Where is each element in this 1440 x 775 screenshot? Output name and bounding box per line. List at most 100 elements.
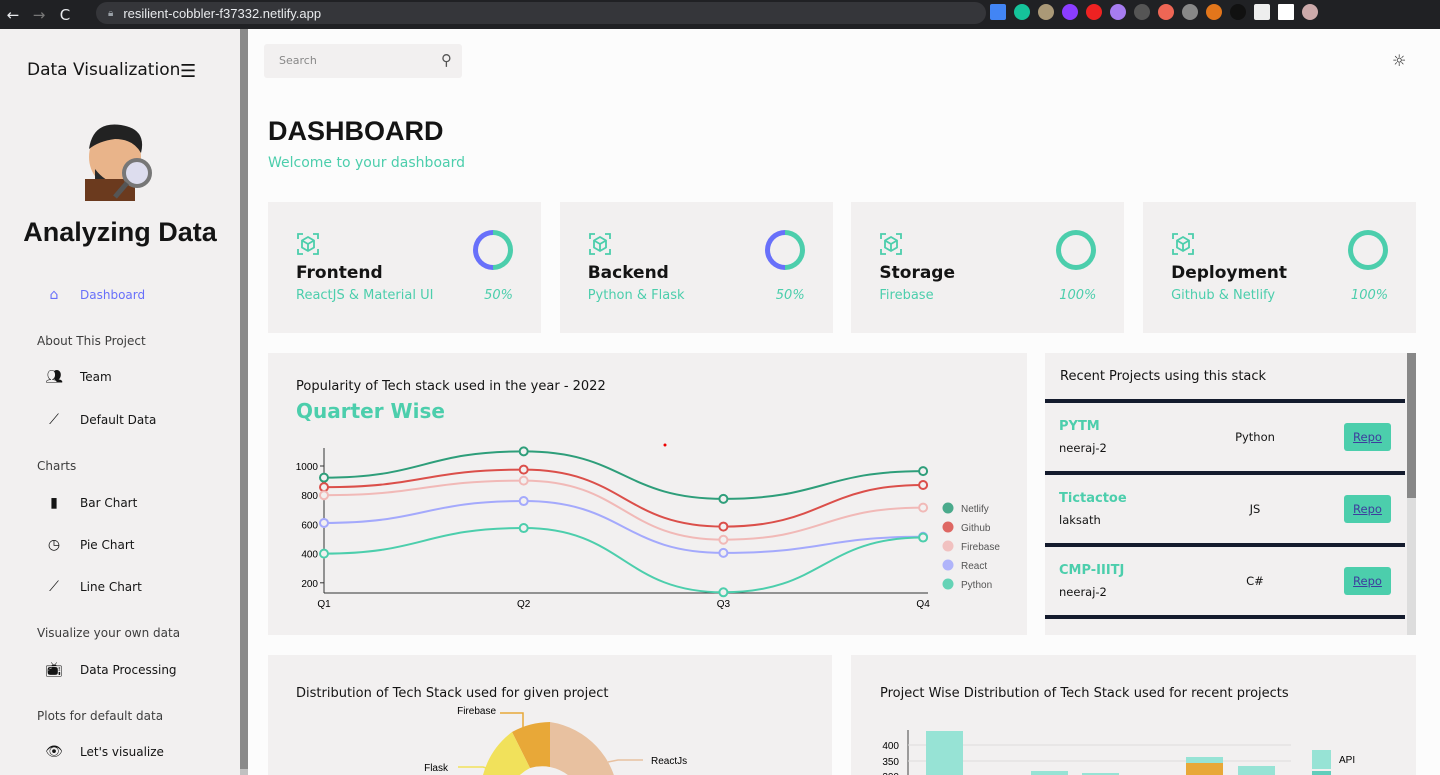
extension-icon[interactable] xyxy=(1134,4,1150,20)
pie-chart-icon: ◷ xyxy=(47,537,61,553)
stat-title: Storage xyxy=(879,263,955,283)
cube-scan-icon xyxy=(1172,233,1194,255)
menu-icon[interactable]: ☰ xyxy=(180,61,196,82)
extension-icon[interactable] xyxy=(1086,4,1102,20)
project-row: CMP-IIITJ neeraj-2 C# Repo xyxy=(1045,543,1405,611)
repo-button[interactable]: Repo xyxy=(1344,423,1391,451)
back-button[interactable]: ← xyxy=(0,6,26,24)
stat-title: Backend xyxy=(587,263,669,283)
grammarly-icon[interactable] xyxy=(1014,4,1030,20)
bar-chart-card: Project Wise Distribution of Tech Stack … xyxy=(851,655,1416,775)
stat-title: Frontend xyxy=(296,263,383,283)
search-input[interactable]: Search ⚲ xyxy=(264,44,462,78)
progress-circle xyxy=(764,230,805,270)
legend-swatch xyxy=(942,521,954,533)
extension-icon[interactable] xyxy=(1110,4,1126,20)
data-point xyxy=(918,466,929,477)
extension-icon[interactable] xyxy=(1062,4,1078,20)
metamask-icon[interactable] xyxy=(1206,4,1222,20)
extension-icon[interactable] xyxy=(1182,4,1198,20)
sidebar-item-line-chart[interactable]: ⟋ Line Chart xyxy=(44,579,142,595)
light-mode-icon[interactable]: ☼ xyxy=(1392,51,1406,70)
tv-icon: 📺︎ xyxy=(45,662,63,678)
sidebar: Data Visualization ☰ Analyzing Data ⌂ Das… xyxy=(0,29,240,775)
extension-icon[interactable] xyxy=(1230,4,1246,20)
label: Default Data xyxy=(80,413,157,427)
label: Pie Chart xyxy=(80,538,135,552)
data-point xyxy=(319,490,329,501)
y-tick-label: 1000 xyxy=(296,462,319,473)
legend-swatch xyxy=(942,559,954,571)
sidebar-item-data-processing[interactable]: 📺︎ Data Processing xyxy=(44,662,177,678)
puzzle-icon[interactable] xyxy=(1254,4,1270,20)
y-tick-label: 800 xyxy=(301,491,318,502)
stat-percent: 100% xyxy=(1059,288,1097,303)
sidebar-item-default-data[interactable]: ⟋ Default Data xyxy=(44,412,156,428)
url-text: resilient-cobbler-f37332.netlify.app xyxy=(123,5,322,21)
line-chart-icon: ⟋ xyxy=(49,579,59,595)
divider xyxy=(1045,615,1405,635)
pie-label-flask: Flask xyxy=(424,763,449,774)
x-tick-label: Q4 xyxy=(916,599,930,610)
project-name: CMP-IIITJ xyxy=(1059,563,1125,578)
legend-label: Netlify xyxy=(961,504,989,515)
home-icon: ⌂ xyxy=(49,287,59,303)
people-icon: 👥︎ xyxy=(45,369,63,385)
bar xyxy=(926,731,963,775)
data-point xyxy=(319,482,329,493)
profile-avatar[interactable] xyxy=(1302,4,1318,20)
forward-button[interactable]: → xyxy=(26,6,52,24)
project-row: Tictactoe laksath JS Repo xyxy=(1045,471,1405,539)
pie-label-firebase: Firebase xyxy=(457,706,496,717)
sidebar-item-pie-chart[interactable]: ◷ Pie Chart xyxy=(44,537,135,553)
project-row: PYTM neeraj-2 Python Repo xyxy=(1045,399,1405,467)
label: Data Processing xyxy=(80,663,177,677)
label: Bar Chart xyxy=(80,496,138,510)
progress-circle xyxy=(1056,230,1097,270)
legend-label: Github xyxy=(961,523,991,534)
repo-button[interactable]: Repo xyxy=(1344,495,1391,523)
sidebar-item-dashboard[interactable]: ⌂ Dashboard xyxy=(44,287,146,303)
repo-button[interactable]: Repo xyxy=(1344,567,1391,595)
stat-subtitle: Github & Netlify xyxy=(1171,288,1276,303)
series-line-python xyxy=(323,527,924,594)
reload-button[interactable]: C xyxy=(52,6,78,24)
line-chart: 200 400 600 800 1000 Q1 Q2 Q3 Q4 Netlify Github Fir… xyxy=(296,443,1000,610)
data-point xyxy=(718,534,729,545)
extension-icon[interactable] xyxy=(1038,4,1054,20)
brand-title: Analyzing Data xyxy=(23,217,217,247)
legend-label: Firebase xyxy=(961,542,1000,553)
trending-icon: ⟋ xyxy=(49,412,59,428)
stat-card-frontend: Frontend ReactJS & Material UI 50% xyxy=(268,202,541,333)
sidepanel-icon[interactable] xyxy=(1278,4,1294,20)
legend-swatch xyxy=(942,502,954,514)
data-point xyxy=(918,532,929,543)
x-tick-label: Q3 xyxy=(717,599,731,610)
data-point xyxy=(718,587,729,598)
stat-percent: 50% xyxy=(775,288,805,303)
translate-icon[interactable] xyxy=(990,4,1006,20)
page-title: DASHBOARD xyxy=(268,116,444,146)
sidebar-scrollbar[interactable] xyxy=(240,29,248,775)
y-tick: 400 xyxy=(882,741,899,752)
sidebar-item-bar-chart[interactable]: ▮ Bar Chart xyxy=(44,495,137,511)
stat-card-backend: Backend Python & Flask 50% xyxy=(559,202,833,333)
stat-title: Deployment xyxy=(1171,263,1287,283)
data-point xyxy=(518,523,529,534)
pie-label-reactjs: ReactJs xyxy=(651,756,687,767)
project-language: Python xyxy=(1235,430,1275,444)
stat-percent: 50% xyxy=(484,288,513,303)
sidebar-item-team[interactable]: 👥︎ Team xyxy=(44,369,112,385)
projects-scrollbar[interactable] xyxy=(1407,353,1416,635)
bar-chart-icon: ▮ xyxy=(50,495,58,511)
y-tick-label: 600 xyxy=(301,520,318,531)
extension-icon[interactable] xyxy=(1158,4,1174,20)
search-icon[interactable]: ⚲ xyxy=(441,51,452,69)
x-tick-label: Q2 xyxy=(517,599,531,610)
sidebar-item-visualize[interactable]: 👁︎ Let's visualize xyxy=(44,744,164,760)
data-point xyxy=(918,502,929,513)
data-point xyxy=(518,496,529,507)
address-bar[interactable]: 🔒︎ resilient-cobbler-f37332.netlify.app xyxy=(96,2,986,24)
avatar xyxy=(85,124,152,201)
recent-projects-title: Recent Projects using this stack xyxy=(1060,369,1267,384)
